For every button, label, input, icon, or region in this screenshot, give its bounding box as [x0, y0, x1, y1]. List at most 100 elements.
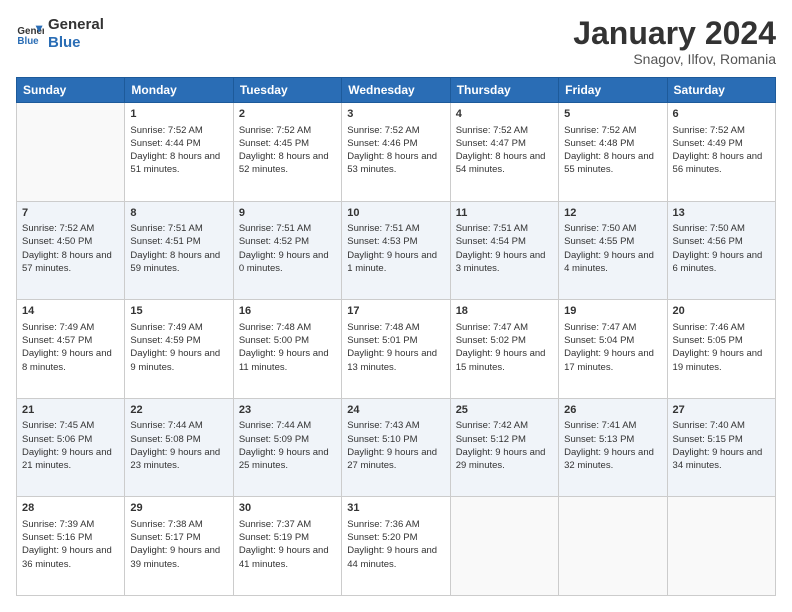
day-number: 4: [456, 107, 553, 122]
daylight-text: Daylight: 9 hours and 11 minutes.: [239, 347, 336, 374]
sunrise-text: Sunrise: 7:41 AM: [564, 419, 661, 432]
sunrise-text: Sunrise: 7:44 AM: [130, 419, 227, 432]
daylight-text: Daylight: 9 hours and 15 minutes.: [456, 347, 553, 374]
calendar-cell: 1Sunrise: 7:52 AMSunset: 4:44 PMDaylight…: [125, 103, 233, 202]
calendar-cell: 31Sunrise: 7:36 AMSunset: 5:20 PMDayligh…: [342, 497, 450, 596]
sunset-text: Sunset: 4:57 PM: [22, 334, 119, 347]
weekday-header: Monday: [125, 78, 233, 103]
daylight-text: Daylight: 8 hours and 53 minutes.: [347, 150, 444, 177]
sunrise-text: Sunrise: 7:52 AM: [347, 124, 444, 137]
daylight-text: Daylight: 9 hours and 4 minutes.: [564, 249, 661, 276]
daylight-text: Daylight: 9 hours and 9 minutes.: [130, 347, 227, 374]
calendar-cell: 4Sunrise: 7:52 AMSunset: 4:47 PMDaylight…: [450, 103, 558, 202]
sunrise-text: Sunrise: 7:51 AM: [456, 222, 553, 235]
page-subtitle: Snagov, Ilfov, Romania: [573, 51, 776, 67]
day-number: 5: [564, 107, 661, 122]
daylight-text: Daylight: 9 hours and 23 minutes.: [130, 446, 227, 473]
sunrise-text: Sunrise: 7:45 AM: [22, 419, 119, 432]
sunrise-text: Sunrise: 7:52 AM: [456, 124, 553, 137]
sunrise-text: Sunrise: 7:48 AM: [347, 321, 444, 334]
header: General Blue General Blue January 2024 S…: [16, 16, 776, 67]
daylight-text: Daylight: 9 hours and 44 minutes.: [347, 544, 444, 571]
calendar-cell: 8Sunrise: 7:51 AMSunset: 4:51 PMDaylight…: [125, 201, 233, 300]
calendar-cell: 17Sunrise: 7:48 AMSunset: 5:01 PMDayligh…: [342, 300, 450, 399]
calendar-table: SundayMondayTuesdayWednesdayThursdayFrid…: [16, 77, 776, 596]
daylight-text: Daylight: 9 hours and 41 minutes.: [239, 544, 336, 571]
day-number: 21: [22, 403, 119, 418]
sunset-text: Sunset: 5:06 PM: [22, 433, 119, 446]
logo-line1: General: [48, 16, 104, 34]
calendar-cell: 2Sunrise: 7:52 AMSunset: 4:45 PMDaylight…: [233, 103, 341, 202]
sunset-text: Sunset: 5:05 PM: [673, 334, 770, 347]
daylight-text: Daylight: 8 hours and 57 minutes.: [22, 249, 119, 276]
day-number: 25: [456, 403, 553, 418]
calendar-cell: [559, 497, 667, 596]
sunset-text: Sunset: 5:01 PM: [347, 334, 444, 347]
calendar-cell: [17, 103, 125, 202]
sunrise-text: Sunrise: 7:39 AM: [22, 518, 119, 531]
day-number: 17: [347, 304, 444, 319]
daylight-text: Daylight: 9 hours and 6 minutes.: [673, 249, 770, 276]
day-number: 28: [22, 501, 119, 516]
calendar-cell: 28Sunrise: 7:39 AMSunset: 5:16 PMDayligh…: [17, 497, 125, 596]
calendar-cell: 10Sunrise: 7:51 AMSunset: 4:53 PMDayligh…: [342, 201, 450, 300]
day-number: 6: [673, 107, 770, 122]
day-number: 2: [239, 107, 336, 122]
day-number: 12: [564, 206, 661, 221]
calendar-week-row: 28Sunrise: 7:39 AMSunset: 5:16 PMDayligh…: [17, 497, 776, 596]
day-number: 26: [564, 403, 661, 418]
calendar-cell: 13Sunrise: 7:50 AMSunset: 4:56 PMDayligh…: [667, 201, 775, 300]
calendar-cell: 22Sunrise: 7:44 AMSunset: 5:08 PMDayligh…: [125, 398, 233, 497]
calendar-cell: 29Sunrise: 7:38 AMSunset: 5:17 PMDayligh…: [125, 497, 233, 596]
sunrise-text: Sunrise: 7:52 AM: [22, 222, 119, 235]
daylight-text: Daylight: 9 hours and 21 minutes.: [22, 446, 119, 473]
daylight-text: Daylight: 9 hours and 25 minutes.: [239, 446, 336, 473]
day-number: 31: [347, 501, 444, 516]
daylight-text: Daylight: 8 hours and 54 minutes.: [456, 150, 553, 177]
svg-text:Blue: Blue: [17, 36, 39, 47]
sunset-text: Sunset: 4:48 PM: [564, 137, 661, 150]
calendar-cell: 6Sunrise: 7:52 AMSunset: 4:49 PMDaylight…: [667, 103, 775, 202]
calendar-week-row: 7Sunrise: 7:52 AMSunset: 4:50 PMDaylight…: [17, 201, 776, 300]
weekday-header-row: SundayMondayTuesdayWednesdayThursdayFrid…: [17, 78, 776, 103]
day-number: 27: [673, 403, 770, 418]
sunrise-text: Sunrise: 7:47 AM: [456, 321, 553, 334]
calendar-cell: 14Sunrise: 7:49 AMSunset: 4:57 PMDayligh…: [17, 300, 125, 399]
day-number: 1: [130, 107, 227, 122]
sunset-text: Sunset: 5:15 PM: [673, 433, 770, 446]
day-number: 10: [347, 206, 444, 221]
daylight-text: Daylight: 9 hours and 19 minutes.: [673, 347, 770, 374]
weekday-header: Sunday: [17, 78, 125, 103]
calendar-cell: 16Sunrise: 7:48 AMSunset: 5:00 PMDayligh…: [233, 300, 341, 399]
sunset-text: Sunset: 4:59 PM: [130, 334, 227, 347]
daylight-text: Daylight: 8 hours and 51 minutes.: [130, 150, 227, 177]
sunrise-text: Sunrise: 7:50 AM: [564, 222, 661, 235]
sunrise-text: Sunrise: 7:47 AM: [564, 321, 661, 334]
daylight-text: Daylight: 9 hours and 1 minute.: [347, 249, 444, 276]
sunrise-text: Sunrise: 7:38 AM: [130, 518, 227, 531]
sunset-text: Sunset: 4:45 PM: [239, 137, 336, 150]
sunset-text: Sunset: 5:04 PM: [564, 334, 661, 347]
day-number: 3: [347, 107, 444, 122]
day-number: 7: [22, 206, 119, 221]
calendar-week-row: 1Sunrise: 7:52 AMSunset: 4:44 PMDaylight…: [17, 103, 776, 202]
daylight-text: Daylight: 9 hours and 34 minutes.: [673, 446, 770, 473]
sunset-text: Sunset: 5:20 PM: [347, 531, 444, 544]
daylight-text: Daylight: 8 hours and 52 minutes.: [239, 150, 336, 177]
calendar-cell: 5Sunrise: 7:52 AMSunset: 4:48 PMDaylight…: [559, 103, 667, 202]
sunrise-text: Sunrise: 7:49 AM: [130, 321, 227, 334]
day-number: 11: [456, 206, 553, 221]
sunrise-text: Sunrise: 7:52 AM: [130, 124, 227, 137]
sunset-text: Sunset: 5:13 PM: [564, 433, 661, 446]
sunrise-text: Sunrise: 7:51 AM: [239, 222, 336, 235]
weekday-header: Wednesday: [342, 78, 450, 103]
sunrise-text: Sunrise: 7:40 AM: [673, 419, 770, 432]
calendar-cell: 21Sunrise: 7:45 AMSunset: 5:06 PMDayligh…: [17, 398, 125, 497]
day-number: 15: [130, 304, 227, 319]
calendar-cell: 7Sunrise: 7:52 AMSunset: 4:50 PMDaylight…: [17, 201, 125, 300]
day-number: 29: [130, 501, 227, 516]
calendar-cell: [450, 497, 558, 596]
logo: General Blue General Blue: [16, 16, 104, 52]
sunset-text: Sunset: 4:51 PM: [130, 235, 227, 248]
daylight-text: Daylight: 8 hours and 55 minutes.: [564, 150, 661, 177]
